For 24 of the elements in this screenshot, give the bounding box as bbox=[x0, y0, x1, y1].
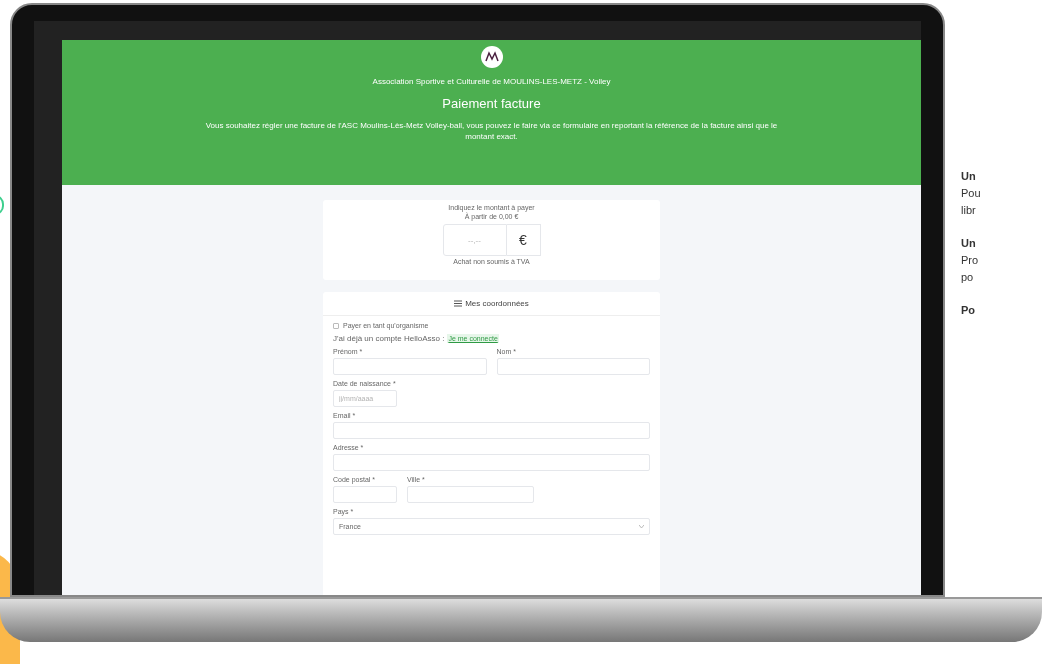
amount-field[interactable]: --,-- bbox=[442, 224, 507, 256]
intro-text: Vous souhaitez régler une facture de l'ASC Moulins-Lès-Metz Volley-ball, vous pouvez le faire via ce formulaire en reportant la référence de la facture ainsi que le montant exact. bbox=[204, 119, 779, 142]
side-text: libr bbox=[961, 203, 977, 218]
side-text: Pou bbox=[961, 186, 981, 201]
input-field[interactable] bbox=[407, 486, 534, 503]
logo-icon bbox=[480, 46, 503, 68]
side-heading: Po bbox=[961, 303, 977, 318]
side-heading: Un bbox=[961, 169, 977, 184]
input-field[interactable] bbox=[333, 422, 650, 439]
input-field[interactable] bbox=[496, 358, 650, 375]
input-field[interactable] bbox=[333, 358, 487, 375]
side-text: Pro bbox=[961, 253, 980, 268]
account-text: J'ai déjà un compte HelloAsso : bbox=[333, 334, 445, 343]
currency-symbol: € bbox=[506, 224, 541, 256]
list-icon bbox=[454, 300, 463, 307]
input-field[interactable] bbox=[333, 454, 650, 471]
side-text: po bbox=[961, 270, 975, 285]
organization-name: Association Sportive et Culturelle de MOULINS-LES-METZ - Volley bbox=[372, 76, 611, 88]
input-field[interactable] bbox=[333, 486, 397, 503]
chevron-down-icon bbox=[639, 525, 644, 528]
page-title: Paiement facture bbox=[442, 95, 541, 113]
checkbox[interactable] bbox=[333, 322, 339, 329]
side-heading: Un bbox=[961, 236, 977, 251]
section-title: Mes coordonnées bbox=[465, 297, 529, 310]
